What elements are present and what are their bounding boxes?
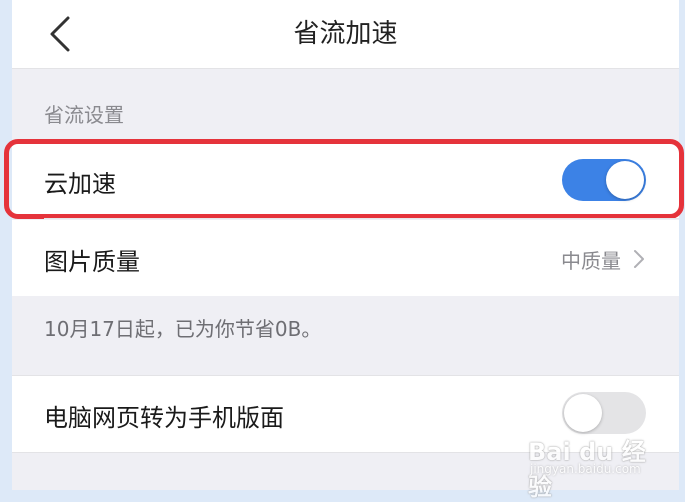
- watermark-url: jingyan.baidu.com: [530, 462, 641, 476]
- image-quality-label: 图片质量: [44, 248, 140, 276]
- settings-screen: 省流加速 省流设置 云加速 图片质量 中质量 10月17日起，已为你节省0B。 …: [4, 0, 684, 490]
- image-quality-row[interactable]: 图片质量 中质量: [12, 218, 679, 296]
- cloud-accel-toggle[interactable]: [562, 159, 646, 201]
- image-quality-value: 中质量: [561, 249, 621, 273]
- toggle-knob: [564, 394, 602, 432]
- cloud-accel-row[interactable]: 云加速: [12, 142, 679, 218]
- toggle-knob: [606, 161, 644, 199]
- pc-to-mobile-label: 电脑网页转为手机版面: [44, 404, 284, 432]
- pc-to-mobile-toggle[interactable]: [562, 392, 646, 434]
- data-saving-note: 10月17日起，已为你节省0B。: [44, 317, 322, 341]
- page-title: 省流加速: [293, 19, 398, 49]
- navbar: 省流加速: [12, 0, 679, 69]
- chevron-right-icon: [634, 250, 644, 268]
- baidu-jingyan-watermark: Bai du 经验 jingyan.baidu.com: [520, 432, 660, 501]
- section-header: 省流设置: [44, 103, 124, 127]
- cloud-accel-label: 云加速: [44, 170, 116, 198]
